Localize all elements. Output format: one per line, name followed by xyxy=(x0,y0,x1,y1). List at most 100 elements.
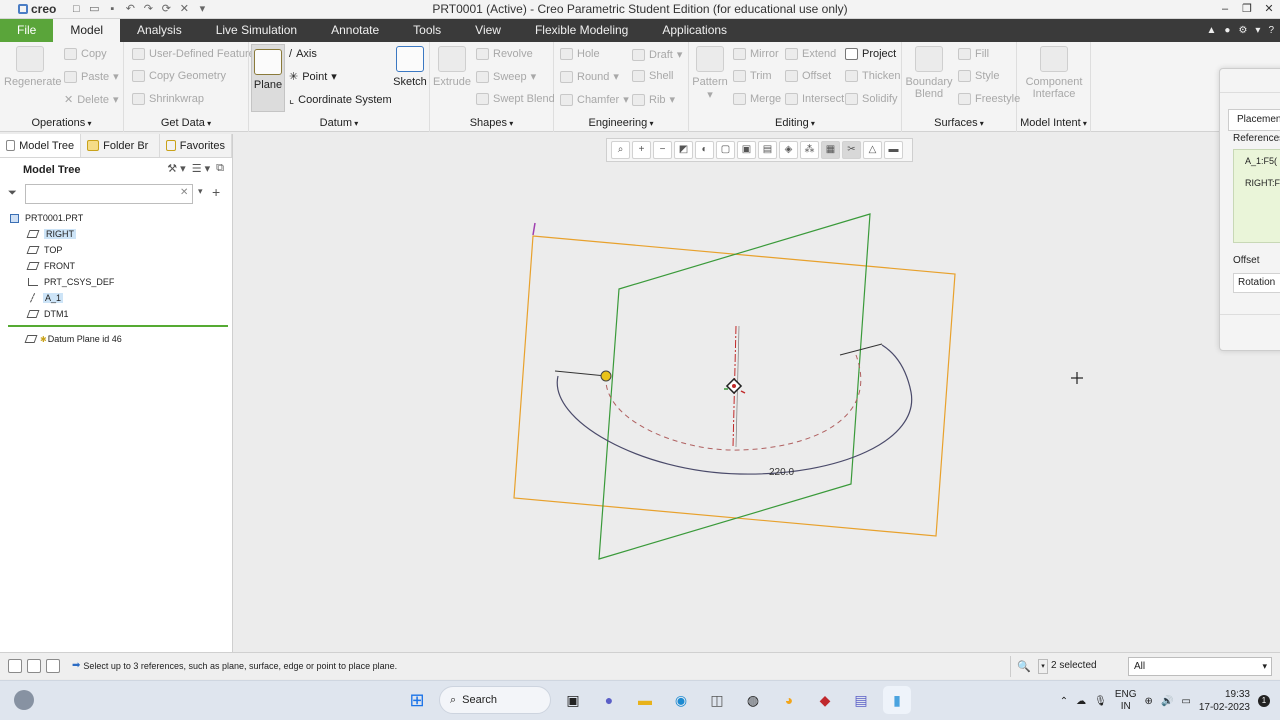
editing-group-label[interactable]: Editing xyxy=(689,117,901,129)
search-options-icon[interactable]: ▾ xyxy=(198,186,203,197)
tab-placement[interactable]: Placemen xyxy=(1228,109,1280,131)
tree-node-right[interactable]: RIGHT xyxy=(0,226,232,242)
shrinkwrap-button[interactable]: Shrinkwrap xyxy=(132,93,204,105)
dimension-label[interactable]: 220.0 xyxy=(769,467,794,478)
copy-geometry-button[interactable]: Copy Geometry xyxy=(132,70,226,82)
sweep-button[interactable]: Sweep ▾ xyxy=(476,70,536,83)
reference-item[interactable]: RIGHT:F xyxy=(1245,178,1280,188)
tree-node-part[interactable]: PRT0001.PRT xyxy=(0,210,232,226)
reference-item[interactable]: A_1:F5( xyxy=(1245,156,1277,166)
filter-funnel-icon[interactable]: ⏷ xyxy=(8,187,17,200)
extrude-button[interactable]: Extrude xyxy=(432,46,472,88)
microphone-icon[interactable]: 🎙 xyxy=(1094,696,1107,707)
mcafee-icon[interactable]: ◆ xyxy=(811,686,839,714)
onedrive-icon[interactable]: ☁ xyxy=(1076,696,1086,707)
repaint-icon[interactable]: ◩ xyxy=(674,141,693,159)
start-windows-icon[interactable]: ⊞ xyxy=(403,686,431,714)
new-file-icon[interactable]: □ xyxy=(70,3,82,15)
save-icon[interactable]: ▪ xyxy=(106,3,118,15)
selected-count-text[interactable]: 2 selected xyxy=(1051,660,1097,671)
tree-node-top[interactable]: TOP xyxy=(0,242,232,258)
creo-taskbar-icon[interactable]: ▮ xyxy=(883,686,911,714)
pause-animation-icon[interactable]: ▬ xyxy=(884,141,903,159)
task-view-icon[interactable]: ▣ xyxy=(559,686,587,714)
regenerate-button[interactable]: Regenerate xyxy=(4,46,62,88)
clock[interactable]: 19:33 17-02-2023 xyxy=(1199,688,1250,714)
datum-group-label[interactable]: Datum xyxy=(249,117,429,129)
point-button[interactable]: ✳ Point ▾ xyxy=(289,70,337,84)
tray-overflow-icon[interactable]: ⌃ xyxy=(1060,696,1068,707)
merge-button[interactable]: Merge xyxy=(733,93,781,105)
minimize-button[interactable]: – xyxy=(1214,0,1236,19)
github-icon[interactable]: ◍ xyxy=(739,686,767,714)
intersect-button[interactable]: Intersect xyxy=(785,93,844,105)
restore-button[interactable]: ❐ xyxy=(1236,0,1258,19)
network-globe-icon[interactable]: ⊕ xyxy=(1145,696,1153,707)
tab-favorites[interactable]: Favorites xyxy=(160,134,232,157)
thicken-button[interactable]: Thicken xyxy=(845,70,901,82)
search-help-icon[interactable]: ▾ xyxy=(1255,25,1260,36)
tab-view[interactable]: View xyxy=(458,19,518,42)
model-tree-search-input[interactable] xyxy=(25,184,193,204)
annotation-display-icon[interactable]: ▦ xyxy=(821,141,840,159)
appearance-icon[interactable]: △ xyxy=(863,141,882,159)
project-button[interactable]: Project xyxy=(845,48,896,60)
tree-node-csys[interactable]: PRT_CSYS_DEF xyxy=(0,274,232,290)
redo-icon[interactable]: ↷ xyxy=(142,3,154,15)
references-list[interactable]: A_1:F5( RIGHT:F xyxy=(1233,149,1280,243)
close-window-icon[interactable]: ✕ xyxy=(178,3,190,15)
tab-annotate[interactable]: Annotate xyxy=(314,19,396,42)
mirror-button[interactable]: Mirror xyxy=(733,48,779,60)
draft-button[interactable]: Draft ▾ xyxy=(632,48,682,61)
tree-settings-icon[interactable]: ⚒ ▾ xyxy=(167,162,185,175)
file-explorer-icon[interactable]: ▬ xyxy=(631,686,659,714)
chrome-canary-icon[interactable]: ◕ xyxy=(775,686,803,714)
swept-blend-button[interactable]: Swept Blend xyxy=(476,93,555,105)
language-indicator[interactable]: ENG IN xyxy=(1115,689,1137,713)
user-defined-feature-button[interactable]: User-Defined Feature xyxy=(132,48,255,60)
tab-folder-browser[interactable]: Folder Br xyxy=(81,134,161,157)
refit-icon[interactable]: ⌕ xyxy=(611,141,630,159)
section-icon[interactable]: ◈ xyxy=(779,141,798,159)
hole-button[interactable]: Hole xyxy=(560,48,600,60)
teams-icon[interactable]: ▤ xyxy=(847,686,875,714)
open-folder-icon[interactable]: ▭ xyxy=(88,3,100,15)
insert-here-indicator[interactable] xyxy=(8,325,228,327)
perspective-icon[interactable]: ▤ xyxy=(758,141,777,159)
shell-button[interactable]: Shell xyxy=(632,70,673,82)
collapse-ribbon-icon[interactable]: ▲ xyxy=(1206,25,1216,36)
store-icon[interactable]: ◫ xyxy=(703,686,731,714)
tree-columns-icon[interactable]: ☰ ▾ xyxy=(192,162,210,175)
sketch-button[interactable]: Sketch xyxy=(393,46,427,88)
tree-node-dtm1[interactable]: DTM1 xyxy=(0,306,232,322)
offset-button[interactable]: Offset xyxy=(785,70,831,82)
plane-button[interactable]: Plane xyxy=(251,44,285,112)
shapes-group-label[interactable]: Shapes xyxy=(430,117,553,129)
model-intent-group-label[interactable]: Model Intent xyxy=(1017,117,1090,129)
tree-node-front[interactable]: FRONT xyxy=(0,258,232,274)
rib-button[interactable]: Rib ▾ xyxy=(632,93,675,106)
customize-qat-icon[interactable]: ▾ xyxy=(196,3,208,15)
chamfer-button[interactable]: Chamfer ▾ xyxy=(560,93,629,106)
surfaces-group-label[interactable]: Surfaces xyxy=(902,117,1016,129)
tree-node-axis-a1[interactable]: A_1 xyxy=(0,290,232,306)
chat-icon[interactable]: ● xyxy=(595,686,623,714)
toggle-browser-icon[interactable] xyxy=(27,659,41,673)
fill-button[interactable]: Fill xyxy=(958,48,989,60)
spin-center-icon[interactable]: ✂ xyxy=(842,141,861,159)
toggle-navigator-icon[interactable] xyxy=(8,659,22,673)
tab-analysis[interactable]: Analysis xyxy=(120,19,199,42)
component-interface-button[interactable]: Component Interface xyxy=(1019,46,1089,100)
full-screen-icon[interactable] xyxy=(46,659,60,673)
settings-gear-icon[interactable]: ⚙ xyxy=(1238,25,1247,36)
dialog-title-bar[interactable] xyxy=(1220,69,1280,93)
add-filter-icon[interactable]: + xyxy=(212,184,220,200)
pattern-button[interactable]: Pattern ▾ xyxy=(691,46,729,101)
selection-dropdown[interactable]: ▾ xyxy=(1038,659,1048,674)
undo-icon[interactable]: ↶ xyxy=(124,3,136,15)
battery-icon[interactable]: ▭ xyxy=(1181,696,1190,707)
tab-model[interactable]: Model xyxy=(53,19,121,42)
display-style-icon[interactable]: ◐ xyxy=(695,141,714,159)
paste-button[interactable]: Paste ▾ xyxy=(64,70,119,83)
engineering-group-label[interactable]: Engineering xyxy=(554,117,688,129)
